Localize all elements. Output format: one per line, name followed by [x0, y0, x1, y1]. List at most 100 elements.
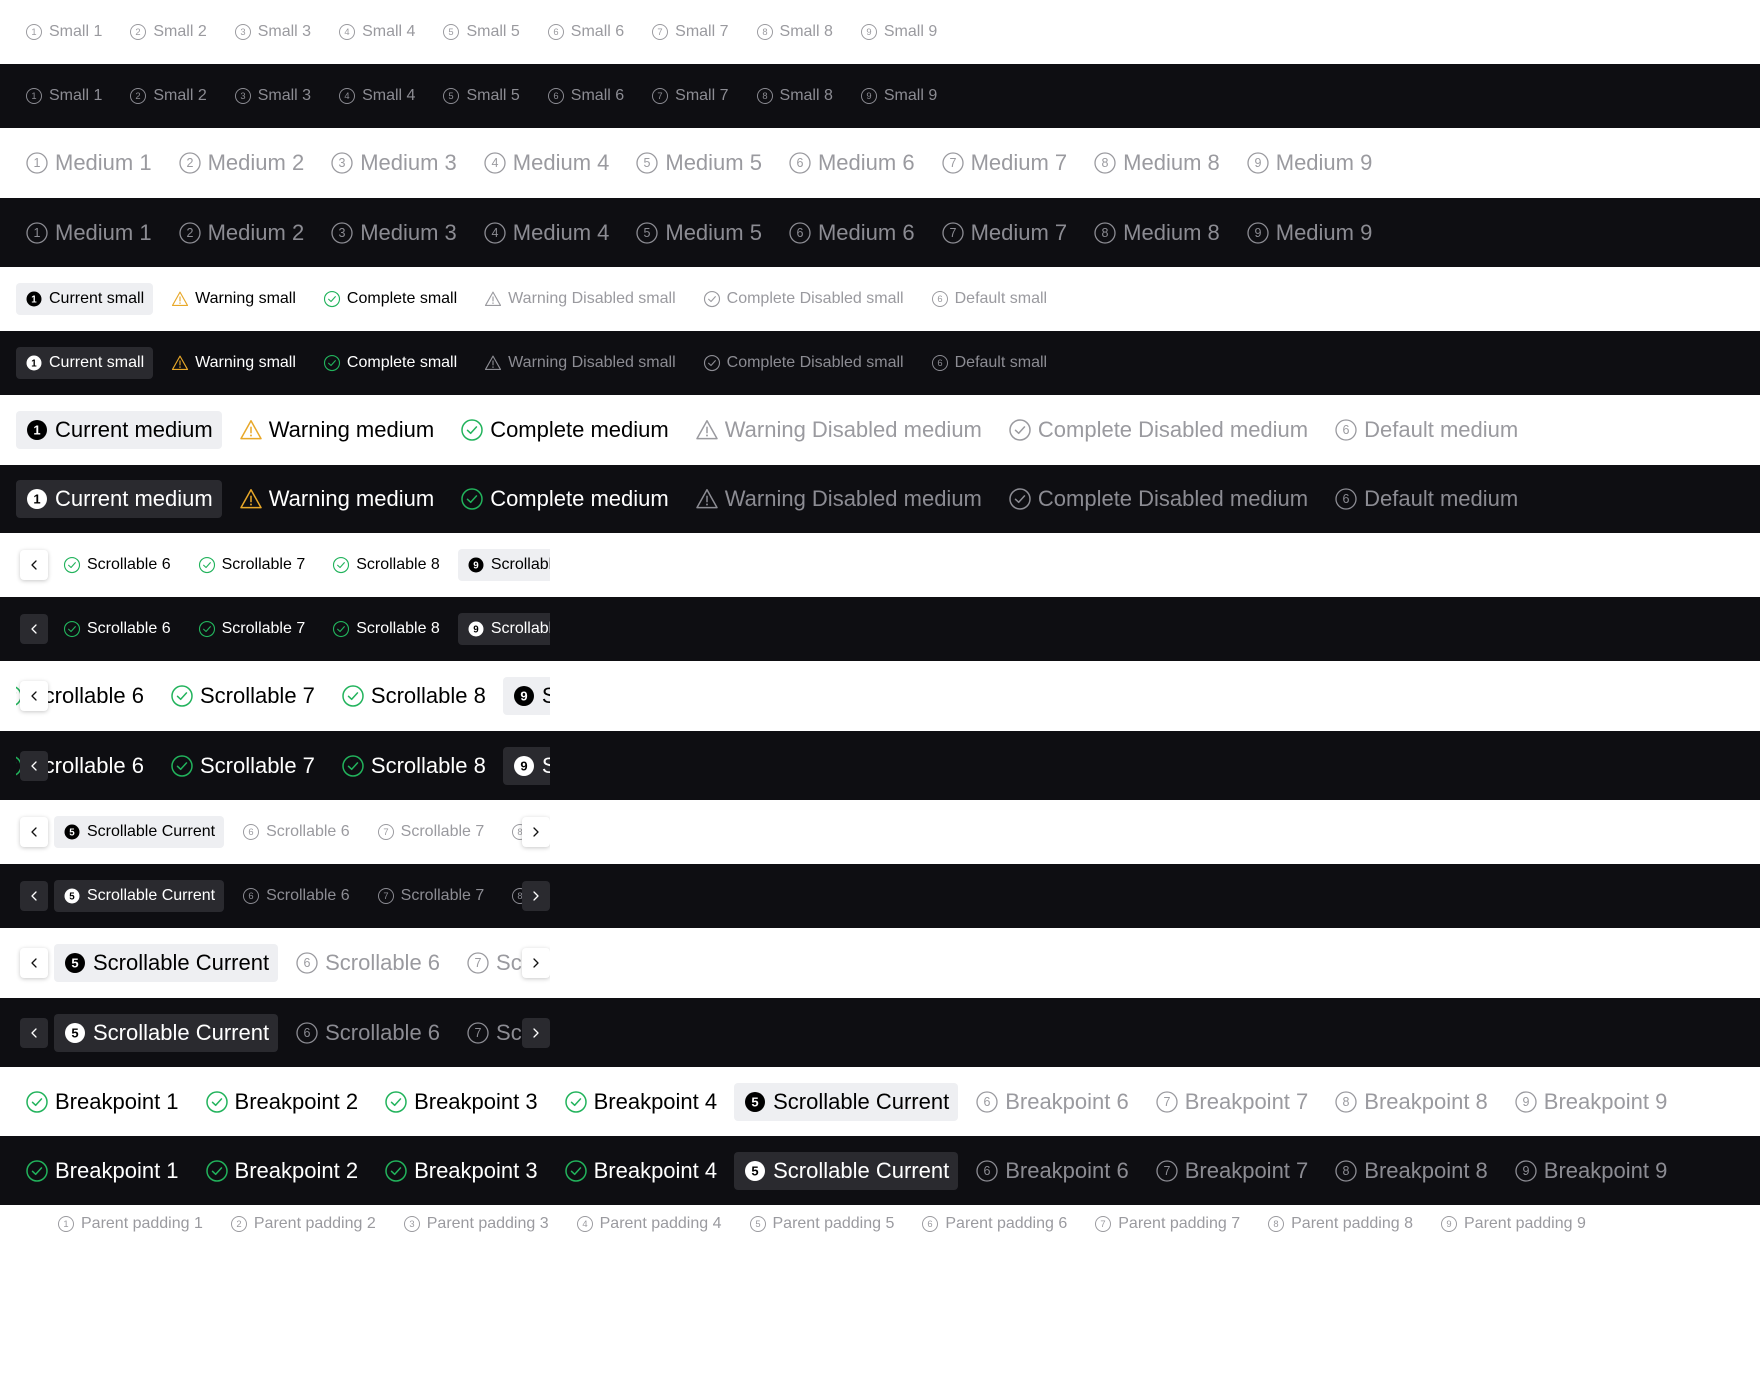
step-item[interactable]: 4 Parent padding 4: [567, 1208, 731, 1240]
step-item[interactable]: 6 Small 6: [538, 16, 633, 48]
step-item[interactable]: 3 Small 3: [225, 80, 320, 112]
step-item[interactable]: 9 Medium 9: [1237, 214, 1382, 252]
step-item[interactable]: Breakpoint 4: [555, 1083, 727, 1121]
step-item[interactable]: 6 Breakpoint 6: [966, 1083, 1138, 1121]
step-item[interactable]: 5 Medium 5: [626, 144, 771, 182]
step-item[interactable]: Breakpoint 2: [196, 1083, 368, 1121]
scroll-prev-button[interactable]: [20, 1017, 48, 1048]
step-item[interactable]: 6 Scrollable 6: [233, 816, 359, 848]
scroll-next-button[interactable]: [522, 1017, 550, 1048]
step-current[interactable]: 1 Current medium: [16, 411, 222, 449]
step-item[interactable]: Complete small: [314, 347, 466, 379]
step-item[interactable]: 3 Medium 3: [321, 214, 466, 252]
step-item[interactable]: Scrollable 8: [332, 747, 495, 785]
step-current[interactable]: 9 Scrollable Current: [502, 746, 550, 785]
step-item[interactable]: 8 Small 8: [747, 16, 842, 48]
step-current[interactable]: 9 Scrollable Current: [457, 549, 550, 581]
step-item[interactable]: 3 Medium 3: [321, 144, 466, 182]
step-item[interactable]: 5 Small 5: [433, 16, 528, 48]
step-item[interactable]: Scrollable 8: [323, 549, 449, 581]
step-current[interactable]: 5 Scrollable Current: [54, 816, 225, 848]
step-item[interactable]: 4 Small 4: [329, 80, 424, 112]
step-item[interactable]: 9 Breakpoint 9: [1505, 1083, 1677, 1121]
step-item[interactable]: 6 Medium 6: [779, 214, 924, 252]
step-current[interactable]: 1 Current small: [16, 283, 154, 315]
step-item[interactable]: 1 Small 1: [16, 16, 111, 48]
scroll-prev-button[interactable]: [20, 750, 48, 781]
step-current[interactable]: 1 Current small: [16, 347, 154, 379]
step-current[interactable]: 5 Scrollable Current: [54, 1013, 279, 1052]
step-item[interactable]: Warning medium: [230, 480, 443, 518]
stepper-scroll-area[interactable]: Scrollable 6 Scrollable 7 Scrollable 8 9…: [16, 661, 550, 731]
step-item[interactable]: 9 Breakpoint 9: [1505, 1152, 1677, 1190]
step-item[interactable]: 2 Medium 2: [169, 214, 314, 252]
scroll-next-button[interactable]: [522, 881, 550, 911]
stepper-scroll-area[interactable]: Scrollable 6 Scrollable 7 Scrollable 8 9…: [16, 597, 550, 661]
step-item[interactable]: 9 Medium 9: [1237, 144, 1382, 182]
step-item[interactable]: 9 Small 9: [851, 80, 946, 112]
step-item[interactable]: 1 Small 1: [16, 80, 111, 112]
step-item[interactable]: Breakpoint 3: [375, 1152, 547, 1190]
step-item[interactable]: 3 Parent padding 3: [394, 1208, 558, 1240]
step-item[interactable]: 6 Default small: [922, 347, 1056, 379]
step-item[interactable]: Scrollable 6: [54, 549, 180, 581]
step-item[interactable]: 4 Medium 4: [474, 214, 619, 252]
step-item[interactable]: 8 Breakpoint 8: [1325, 1083, 1497, 1121]
step-item[interactable]: Complete medium: [451, 480, 678, 518]
step-current[interactable]: 9 Scrollable Current: [502, 677, 550, 715]
step-item[interactable]: 2 Medium 2: [169, 144, 314, 182]
step-item[interactable]: Scrollable 8: [323, 613, 449, 645]
step-current[interactable]: 9 Scrollable Current: [457, 613, 550, 645]
step-item[interactable]: 5 Medium 5: [626, 214, 771, 252]
scroll-prev-button[interactable]: [20, 614, 48, 644]
scroll-prev-button[interactable]: [20, 817, 48, 847]
step-item[interactable]: 9 Parent padding 9: [1431, 1208, 1595, 1240]
step-item[interactable]: Scrollable 7: [189, 613, 315, 645]
step-current[interactable]: 5 Scrollable Current: [734, 1151, 959, 1190]
scroll-prev-button[interactable]: [20, 948, 48, 978]
stepper-scroll-area[interactable]: 5 Scrollable Current 6 Scrollable 6 7 Scrol…: [16, 928, 550, 998]
step-item[interactable]: 6 Parent padding 6: [912, 1208, 1076, 1240]
step-item[interactable]: 6 Scrollable 6: [233, 880, 359, 912]
step-item[interactable]: 6 Default medium: [1325, 411, 1527, 449]
step-item[interactable]: Scrollable 8: [332, 677, 495, 715]
step-item[interactable]: 6 Small 6: [538, 80, 633, 112]
step-current[interactable]: 5 Scrollable Current: [54, 880, 225, 912]
step-item[interactable]: Complete small: [314, 283, 466, 315]
step-item[interactable]: 7 Parent padding 7: [1085, 1208, 1249, 1240]
step-item[interactable]: 8 Breakpoint 8: [1325, 1152, 1497, 1190]
step-item[interactable]: Breakpoint 1: [16, 1083, 188, 1121]
step-item[interactable]: 1 Parent padding 1: [48, 1208, 212, 1240]
scroll-next-button[interactable]: [522, 948, 550, 978]
step-item[interactable]: 4 Medium 4: [474, 144, 619, 182]
step-item[interactable]: Warning small: [162, 283, 305, 315]
step-item[interactable]: Scrollable 6: [54, 613, 180, 645]
step-item[interactable]: 7 Breakpoint 7: [1146, 1083, 1318, 1121]
stepper-scroll-area[interactable]: 5 Scrollable Current 6 Scrollable 6 7 Scrol…: [16, 998, 550, 1067]
step-item[interactable]: 7 Medium 7: [932, 144, 1077, 182]
step-item[interactable]: 6 Default medium: [1325, 480, 1527, 518]
stepper-scroll-area[interactable]: 5 Scrollable Current 6 Scrollable 6 7 Scrol…: [16, 800, 550, 864]
step-item[interactable]: 7 Small 7: [642, 80, 737, 112]
step-current[interactable]: 5 Scrollable Current: [734, 1082, 959, 1121]
step-item[interactable]: 8 Small 8: [747, 80, 842, 112]
stepper-scroll-area[interactable]: Scrollable 6 Scrollable 7 Scrollable 8 9…: [16, 533, 550, 597]
step-item[interactable]: 7 Scrollable 7: [368, 880, 494, 912]
step-item[interactable]: 7 Breakpoint 7: [1146, 1152, 1318, 1190]
step-current[interactable]: 1 Current medium: [16, 480, 222, 518]
step-item[interactable]: Warning medium: [230, 411, 443, 449]
scroll-prev-button[interactable]: [20, 681, 48, 711]
step-item[interactable]: 8 Medium 8: [1084, 214, 1229, 252]
step-item[interactable]: 3 Small 3: [225, 16, 320, 48]
step-item[interactable]: Breakpoint 4: [555, 1152, 727, 1190]
step-item[interactable]: 6 Scrollable 6: [286, 1014, 449, 1052]
step-item[interactable]: Warning small: [162, 347, 305, 379]
step-item[interactable]: 6 Breakpoint 6: [966, 1152, 1138, 1190]
step-item[interactable]: 5 Parent padding 5: [740, 1208, 904, 1240]
scroll-prev-button[interactable]: [20, 550, 48, 580]
step-item[interactable]: 1 Medium 1: [16, 214, 161, 252]
step-item[interactable]: Breakpoint 1: [16, 1152, 188, 1190]
step-item[interactable]: Complete medium: [451, 411, 678, 449]
step-item[interactable]: 2 Parent padding 2: [221, 1208, 385, 1240]
step-item[interactable]: 1 Medium 1: [16, 144, 161, 182]
